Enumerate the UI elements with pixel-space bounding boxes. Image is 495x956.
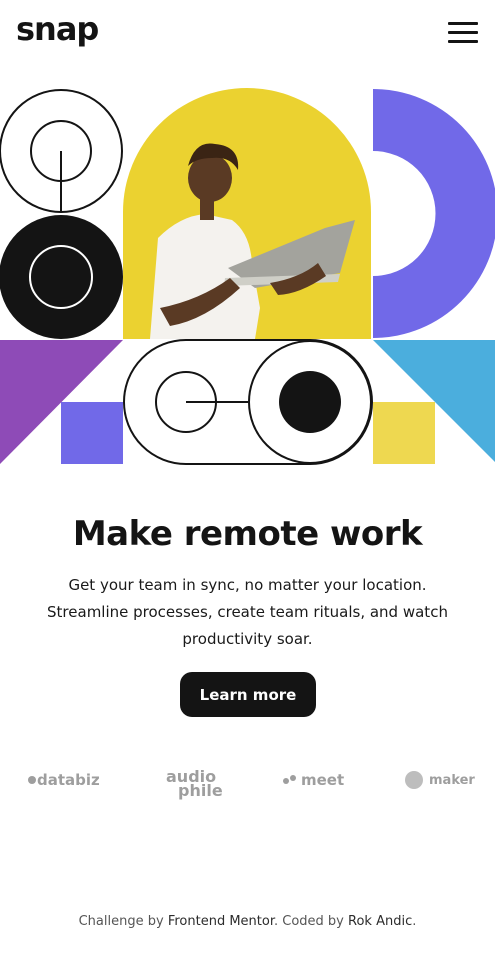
client-name: databiz xyxy=(37,771,100,789)
purple-half-ring-shape xyxy=(373,89,495,338)
outline-circle-shape xyxy=(0,89,123,213)
meet-dots-icon xyxy=(283,775,297,785)
client-logo-audiophile: audio phile xyxy=(166,764,223,804)
attribution-middle: . Coded by xyxy=(274,914,349,929)
client-name-line2: phile xyxy=(178,781,223,800)
yellow-square-shape xyxy=(373,402,435,464)
hero-description: Get your team in sync, no matter your lo… xyxy=(47,576,448,648)
client-name: maker xyxy=(429,772,475,788)
pill-shape xyxy=(123,339,373,465)
attribution-suffix: . xyxy=(412,914,417,929)
black-circle-shape xyxy=(0,215,123,339)
client-name: meet xyxy=(301,771,345,789)
header: snap xyxy=(0,0,495,66)
client-logo-meet: meet xyxy=(283,760,344,800)
hero-photo xyxy=(123,88,371,339)
attribution: Challenge by Frontend Mentor. Coded by R… xyxy=(0,914,495,929)
frontend-mentor-link[interactable]: Frontend Mentor xyxy=(168,914,274,929)
maker-circle-icon xyxy=(405,771,423,789)
purple-square-shape xyxy=(61,402,123,464)
client-logo-maker: maker xyxy=(405,760,475,800)
databiz-dot-icon xyxy=(28,776,36,784)
client-logo-databiz: databiz xyxy=(28,760,100,800)
attribution-prefix: Challenge by xyxy=(78,914,168,929)
author-link[interactable]: Rok Andic xyxy=(348,914,412,929)
hamburger-menu-icon[interactable] xyxy=(446,20,480,46)
page-title: Make remote work xyxy=(72,514,423,554)
hero-graphic xyxy=(0,88,495,465)
hero-illustration xyxy=(0,88,495,466)
logo[interactable]: snap xyxy=(16,10,99,48)
client-logos: databiz audio phile meet maker xyxy=(0,760,495,800)
learn-more-button[interactable]: Learn more xyxy=(180,672,316,717)
